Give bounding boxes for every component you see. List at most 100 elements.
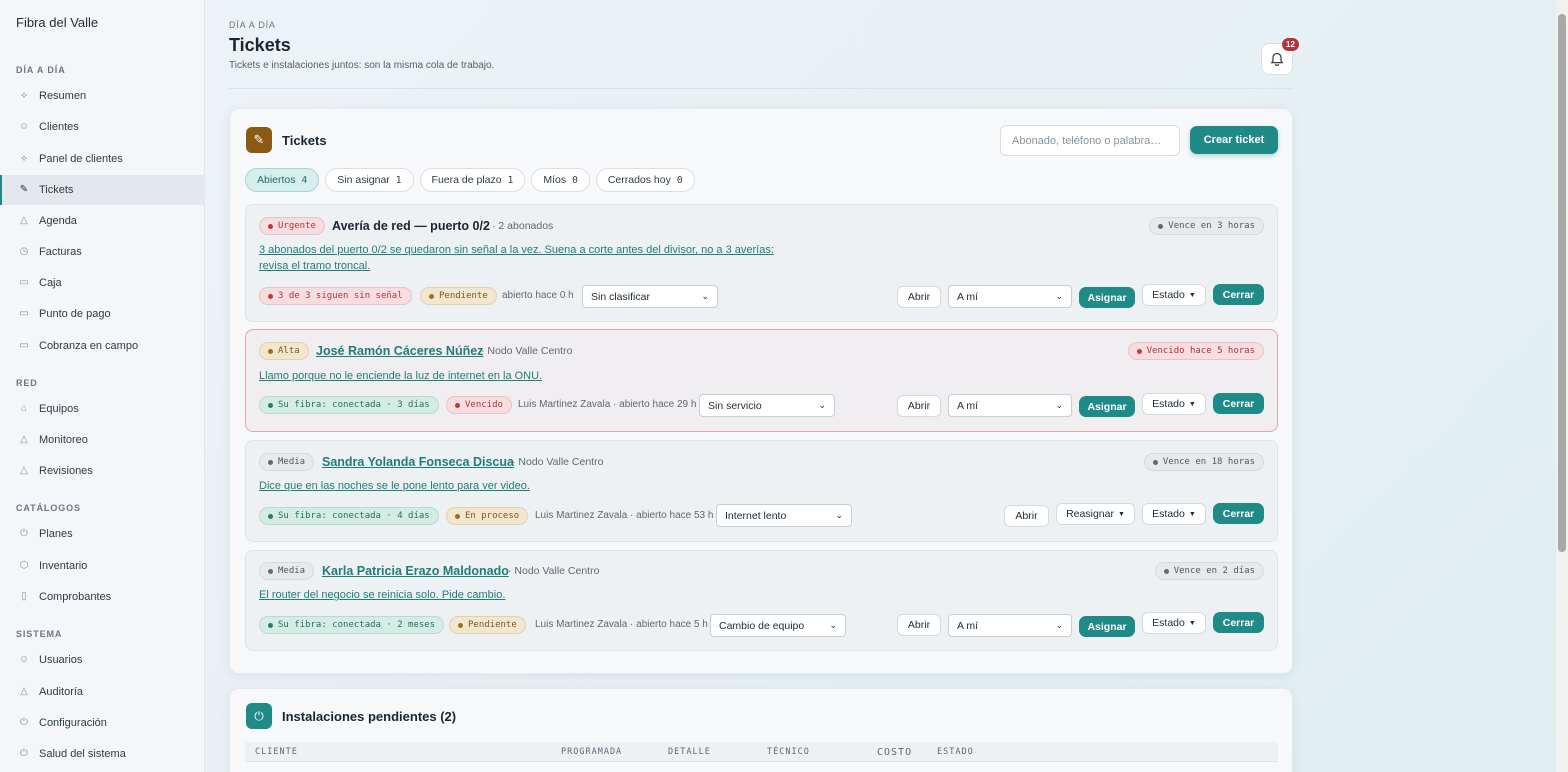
category-select[interactable]: Internet lento ⌄ [716,504,852,527]
due-badge: Vence en 3 horas [1149,217,1264,235]
sidebar-item-agenda[interactable]: △ Agenda [0,206,205,236]
tickets-card-title: Tickets [282,133,327,148]
tab-sin-asignar[interactable]: Sin asignar 1 [325,168,414,192]
close-ticket-button[interactable]: Cerrar [1213,612,1264,633]
category-select[interactable]: Sin servicio ⌄ [699,394,835,417]
ticket-meta: Luis Martinez Zavala · abierto hace 29 h [518,399,697,410]
category-select[interactable]: Sin clasificar ⌄ [582,285,718,308]
fiber-status-badge: Su fibra: conectada · 4 días [259,507,439,525]
section-title-dia: DÍA A DÍA [16,65,66,75]
power-icon: ⏻ [20,748,28,759]
status-badge: Vencido [446,396,512,414]
ticket-description[interactable]: Llamo porque no le enciende la luz de in… [259,368,542,384]
cash-icon: ▭ [19,340,29,351]
assign-button[interactable]: Asignar [1079,616,1135,637]
users-icon: ☺ [18,121,30,132]
tab-abiertos[interactable]: Abiertos 4 [245,168,320,192]
sidebar-item-salud[interactable]: ⏻ Salud del sistema [0,739,205,769]
customer-link[interactable]: Karla Patricia Erazo Maldonado [322,564,509,578]
state-dropdown-button[interactable]: Estado ▼ [1142,503,1206,525]
customer-link[interactable]: Sandra Yolanda Fonseca Discua [322,455,514,469]
sidebar-item-clientes[interactable]: ☺ Clientes [0,112,205,142]
users-icon: ☺ [18,654,30,665]
warning-icon: △ [20,215,28,226]
power-icon: ⏻ [246,703,272,729]
wrench-icon: ✎ [246,127,272,153]
column-header[interactable]: DETALLE [668,747,711,757]
installs-card: ⏻ Instalaciones pendientes (2) CLIENTE P… [229,688,1293,772]
priority-badge: Media [259,562,315,580]
search-input[interactable] [1000,125,1180,156]
sidebar-item-panel-clientes[interactable]: ⟡ Panel de clientes [0,144,205,174]
state-dropdown-button[interactable]: Estado ▼ [1142,284,1206,306]
column-header[interactable]: CLIENTE [255,747,298,757]
column-header[interactable]: ESTADO [937,747,974,757]
installs-table-header: CLIENTE PROGRAMADA DETALLE TÉCNICO COSTO… [245,742,1278,762]
column-header[interactable]: COSTO [877,747,912,758]
chevron-down-icon: ⌄ [1055,620,1063,630]
ticket-subtitle: · Nodo Valle Centro [481,345,573,357]
open-button[interactable]: Abrir [897,614,941,636]
sidebar-item-usuarios[interactable]: ☺ Usuarios [0,645,205,675]
state-dropdown-button[interactable]: Estado ▼ [1142,612,1206,634]
assignee-select[interactable]: A mí ⌄ [948,394,1072,417]
caret-down-icon: ▼ [1188,291,1196,299]
sidebar-item-auditoria[interactable]: △ Auditoría [0,677,205,707]
category-select[interactable]: Cambio de equipo ⌄ [710,614,846,637]
caret-down-icon: ▼ [1117,510,1125,518]
sidebar-item-punto-pago[interactable]: ▭ Punto de pago [0,299,205,329]
priority-badge: Media [259,453,315,471]
sidebar-item-monitoreo[interactable]: △ Monitoreo [0,425,205,455]
close-ticket-button[interactable]: Cerrar [1213,503,1264,524]
sidebar-item-revisiones[interactable]: △ Revisiones [0,456,205,486]
sidebar-item-cobranza[interactable]: ▭ Cobranza en campo [0,331,205,361]
sidebar-item-inventario[interactable]: ⬡ Inventario [0,551,205,581]
sidebar-item-configuracion[interactable]: ⏻ Configuración [0,708,205,738]
chevron-down-icon: ⌄ [1055,400,1063,410]
notifications-badge: 12 [1282,38,1299,51]
tab-cerrados-hoy[interactable]: Cerrados hoy 0 [595,168,695,192]
column-header[interactable]: PROGRAMADA [561,747,622,757]
scrollbar-thumb[interactable] [1558,14,1566,552]
create-ticket-button[interactable]: Crear ticket [1190,126,1278,154]
state-dropdown-button[interactable]: Estado ▼ [1142,393,1206,415]
assign-button[interactable]: Asignar [1079,287,1135,308]
open-button[interactable]: Abrir [897,395,941,417]
page-scrollbar[interactable] [1556,0,1568,772]
ticket-description[interactable]: Dice que en las noches se le pone lento … [259,478,530,494]
reassign-dropdown-button[interactable]: Reasignar ▼ [1056,503,1135,525]
due-badge: Vencido hace 5 horas [1127,342,1264,360]
sidebar-item-caja[interactable]: ▭ Caja [0,268,205,298]
close-ticket-button[interactable]: Cerrar [1213,393,1264,414]
ticket-meta: Luis Martinez Zavala · abierto hace 53 h [535,510,714,521]
status-badge: En proceso [446,507,529,525]
tab-mios[interactable]: Míos 0 [531,168,590,192]
clock-icon: ◷ [19,246,29,257]
open-button[interactable]: Abrir [897,286,941,308]
sidebar-item-tickets[interactable]: ✎ Tickets [0,175,205,205]
column-header[interactable]: TÉCNICO [767,747,810,757]
wrench-icon: ✎ [19,184,29,195]
open-button[interactable]: Abrir [1004,505,1049,527]
assign-button[interactable]: Asignar [1079,396,1135,417]
device-icon: ⌂ [20,403,28,414]
customer-link[interactable]: José Ramón Cáceres Núñez [316,344,483,358]
sidebar-item-comprobantes[interactable]: ▯ Comprobantes [0,582,205,612]
ticket-row[interactable]: Alta José Ramón Cáceres Núñez · Nodo Val… [245,329,1278,432]
ticket-row[interactable]: Media Sandra Yolanda Fonseca Discua · No… [245,440,1278,542]
sidebar-item-equipos[interactable]: ⌂ Equipos [0,394,205,424]
due-badge: Vence en 18 horas [1143,453,1264,471]
ticket-row[interactable]: Urgente Avería de red — puerto 0/2 · 2 a… [245,204,1278,322]
ticket-description[interactable]: 3 abonados del puerto 0/2 se quedaron si… [259,242,774,274]
caret-down-icon: ▼ [1188,510,1196,518]
assignee-select[interactable]: A mí ⌄ [948,614,1072,637]
ticket-description[interactable]: El router del negocio se reinicia solo. … [259,587,505,603]
close-ticket-button[interactable]: Cerrar [1213,284,1264,305]
chevron-down-icon: ⌄ [701,291,709,301]
tab-fuera-plazo[interactable]: Fuera de plazo 1 [419,168,526,192]
assignee-select[interactable]: A mí ⌄ [948,285,1072,308]
sidebar-item-facturas[interactable]: ◷ Facturas [0,237,205,267]
sidebar-item-planes[interactable]: ⏻ Planes [0,519,205,549]
sidebar-item-resumen[interactable]: ⟡ Resumen [0,81,205,111]
ticket-row[interactable]: Media Karla Patricia Erazo Maldonado · N… [245,550,1278,651]
